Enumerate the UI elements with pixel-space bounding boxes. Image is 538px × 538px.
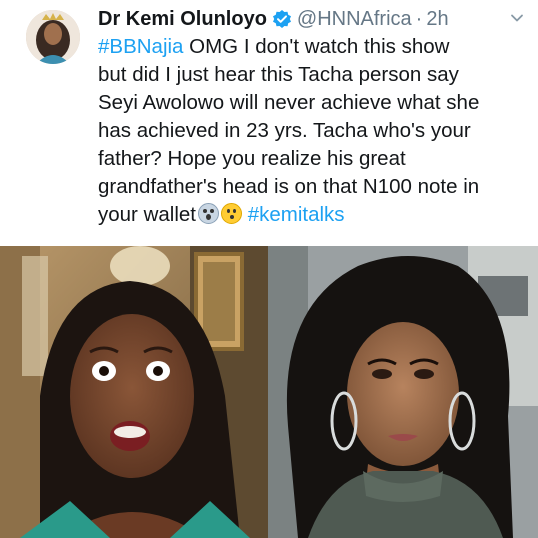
hashtag-link[interactable]: #BBNajia: [98, 35, 183, 58]
tweet-text-segment: OMG I don't watch this show: [183, 35, 450, 58]
face-screaming-in-fear-icon: [198, 203, 219, 224]
hushed-face-icon: [221, 203, 242, 224]
tweet-card: Dr Kemi Olunloyo @HNNAfrica · 2h #BBNaji…: [0, 0, 538, 538]
tweet-text-segment: your wallet: [98, 203, 196, 226]
media-photo-left[interactable]: [0, 246, 268, 538]
tweet-header: Dr Kemi Olunloyo @HNNAfrica · 2h: [98, 4, 526, 34]
tweet-text-line: father? Hope you realize his great: [98, 147, 406, 170]
user-handle[interactable]: @HNNAfrica: [297, 8, 412, 31]
tweet-media[interactable]: [0, 246, 538, 538]
display-name[interactable]: Dr Kemi Olunloyo: [98, 8, 267, 31]
tweet-text-line: but did I just hear this Tacha person sa…: [98, 63, 459, 86]
chevron-down-icon[interactable]: [510, 11, 524, 25]
timestamp[interactable]: 2h: [426, 8, 448, 31]
tweet-text: #BBNajia OMG I don't watch this show but…: [98, 33, 528, 229]
tweet-text-line: grandfather's head is on that N100 note …: [98, 175, 480, 198]
verified-badge-icon: [272, 9, 292, 29]
tweet-text-line: Seyi Awolowo will never achieve what she: [98, 91, 480, 114]
tweet-text-line: #BBNajia OMG I don't watch this show: [98, 33, 528, 61]
hashtag-link[interactable]: #kemitalks: [248, 203, 345, 226]
media-photo-right[interactable]: [268, 246, 538, 538]
tweet-text-line: has achieved in 23 yrs. Tacha who's your: [98, 119, 471, 142]
avatar[interactable]: [26, 10, 80, 64]
tweet-text-line: your wallet #kemitalks: [98, 201, 528, 229]
separator-dot: ·: [415, 7, 423, 30]
